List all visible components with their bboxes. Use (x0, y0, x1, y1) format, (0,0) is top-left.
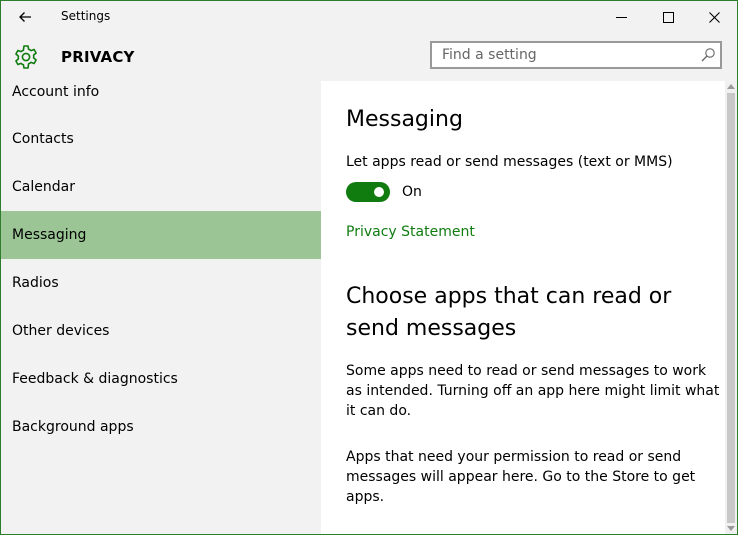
sidebar-item-label: Contacts (12, 131, 74, 147)
content-pane: Messaging Let apps read or send messages… (321, 81, 725, 534)
back-arrow-icon (19, 12, 31, 22)
search-input[interactable] (432, 43, 702, 67)
sidebar-item-other-devices[interactable]: Other devices (1, 307, 321, 355)
close-icon (708, 11, 720, 23)
sidebar-item-background-apps[interactable]: Background apps (1, 403, 321, 451)
minimize-icon (615, 16, 627, 18)
settings-window: Settings PRIVACY Find a setting Account … (0, 0, 738, 535)
maximize-button[interactable] (645, 1, 691, 33)
sidebar-item-label: Calendar (12, 179, 75, 195)
sidebar-item-label: Radios (12, 275, 59, 291)
description-paragraph: Some apps need to read or send messages … (346, 363, 720, 419)
sidebar-item-calendar[interactable]: Calendar (1, 163, 321, 211)
sidebar-item-label: Background apps (12, 419, 134, 435)
sidebar-nav: Account info Contacts Calendar Messaging… (1, 81, 321, 534)
scroll-down-arrow-icon[interactable] (727, 526, 735, 531)
info-paragraph: Apps that need your permission to read o… (346, 449, 696, 505)
privacy-statement-link[interactable]: Privacy Statement (346, 224, 475, 240)
sidebar-item-account-info[interactable]: Account info (1, 68, 321, 116)
scrollbar[interactable] (725, 81, 737, 534)
search-box[interactable] (430, 41, 722, 69)
sidebar-item-label: Feedback & diagnostics (12, 371, 178, 387)
sidebar-item-messaging[interactable]: Messaging (1, 211, 321, 259)
minimize-button[interactable] (598, 1, 644, 33)
search-icon[interactable] (700, 47, 716, 63)
maximize-icon (662, 11, 674, 23)
section-subheading: Choose apps that can read or send messag… (346, 284, 672, 341)
sidebar-item-radios[interactable]: Radios (1, 259, 321, 307)
setting-label: Let apps read or send messages (text or … (346, 154, 673, 170)
content-heading: Messaging (346, 107, 463, 132)
sidebar-item-label: Messaging (12, 227, 87, 243)
sidebar-item-contacts[interactable]: Contacts (1, 115, 321, 163)
toggle-knob (374, 187, 384, 197)
window-title: Settings (61, 9, 111, 23)
back-button[interactable] (9, 5, 41, 29)
sidebar-item-feedback-diagnostics[interactable]: Feedback & diagnostics (1, 355, 321, 403)
sidebar-item-label: Account info (12, 84, 100, 100)
page-title: PRIVACY (61, 48, 135, 66)
title-bar: Settings (1, 1, 737, 33)
messaging-toggle[interactable] (346, 182, 390, 202)
toggle-state-label: On (402, 184, 422, 200)
sidebar-item-label: Other devices (12, 323, 110, 339)
gear-icon (15, 45, 37, 69)
close-button[interactable] (691, 1, 737, 33)
scrollbar-thumb[interactable] (727, 93, 735, 523)
scroll-up-arrow-icon[interactable] (727, 84, 735, 89)
